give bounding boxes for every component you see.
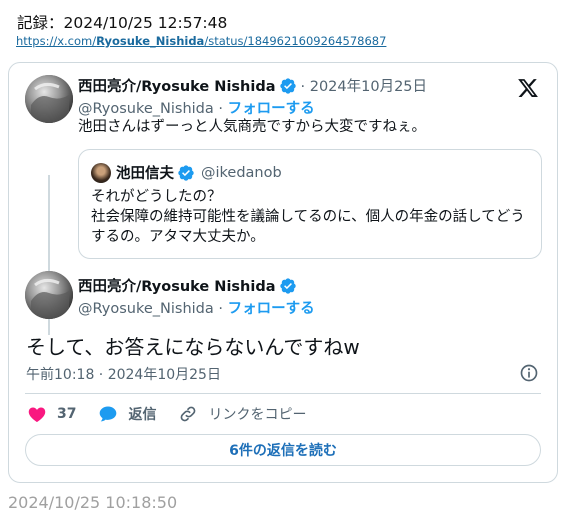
url-suffix: /status/1849621609264578687 [204,34,387,48]
quoted-author-handle[interactable]: @ikedanob [201,165,282,181]
like-button[interactable]: 37 [27,404,76,424]
heart-icon [28,407,46,422]
follow-button[interactable]: フォローする [228,101,315,117]
info-icon[interactable] [519,363,539,383]
quoted-tweet[interactable]: 池田信夫 @ikedanob それがどうしたの？ 社会保障の維持可能性を議論して… [78,149,542,259]
tweet-embed-card: 西田亮介/Ryosuke Nishida · 2024年10月25日 @Ryos… [8,62,558,483]
verified-badge-icon [178,164,194,181]
read-replies-button[interactable]: 6件の返信を読む [25,434,541,466]
capture-timestamp: 2024/10/25 10:18:50 [8,493,178,512]
avatar[interactable] [25,75,73,123]
tweet-text: 池田さんはずーっと人気商売ですから大変ですねぇ。 [78,119,426,135]
x-logo-icon[interactable] [517,77,539,99]
copy-link-label: リンクをコピー [208,407,307,423]
author-name[interactable]: 西田亮介/Ryosuke Nishida [78,75,276,96]
reply-button[interactable]: 返信 [98,404,156,424]
speech-bubble-icon [100,406,117,422]
author-name[interactable]: 西田亮介/Ryosuke Nishida [78,275,276,296]
copy-link-button[interactable]: リンクをコピー [178,404,306,424]
reply-label: 返信 [128,407,157,423]
link-icon [181,406,196,422]
main-tweet-text: そして、お答えにならないんですねw [26,335,360,359]
source-url[interactable]: https://x.com/Ryosuke_Nishida/status/184… [16,34,386,48]
author-handle[interactable]: @Ryosuke_Nishida · [78,101,223,117]
quoted-avatar[interactable] [91,163,111,183]
author-handle[interactable]: @Ryosuke_Nishida · [78,301,223,317]
divider [25,393,541,394]
quoted-tweet-text: それがどうしたの？ 社会保障の維持可能性を議論してるのに、個人の年金の話してどう… [91,187,531,247]
action-bar: 37 返信 リンクをコピー [27,404,328,424]
verified-badge-icon [279,77,296,94]
quoted-text-line-1: それがどうしたの？ [91,189,222,205]
verified-badge-icon [279,277,296,294]
record-timestamp: 記録：2024/10/25 12:57:48 [17,14,228,32]
follow-button[interactable]: フォローする [228,301,315,317]
quoted-text-line-2: 社会保障の維持可能性を議論してるのに、個人の年金の話してどうするの。アタマ大丈夫… [91,209,525,245]
url-prefix: https://x.com/ [16,34,97,48]
avatar[interactable] [25,271,73,319]
like-count: 37 [57,406,77,422]
tweet-date[interactable]: · 2024年10月25日 [301,75,428,96]
url-user: Ryosuke_Nishida [96,34,205,48]
quoted-author-name[interactable]: 池田信夫 [116,162,174,183]
tweet-timestamp[interactable]: 午前10:18 · 2024年10月25日 [26,364,221,384]
